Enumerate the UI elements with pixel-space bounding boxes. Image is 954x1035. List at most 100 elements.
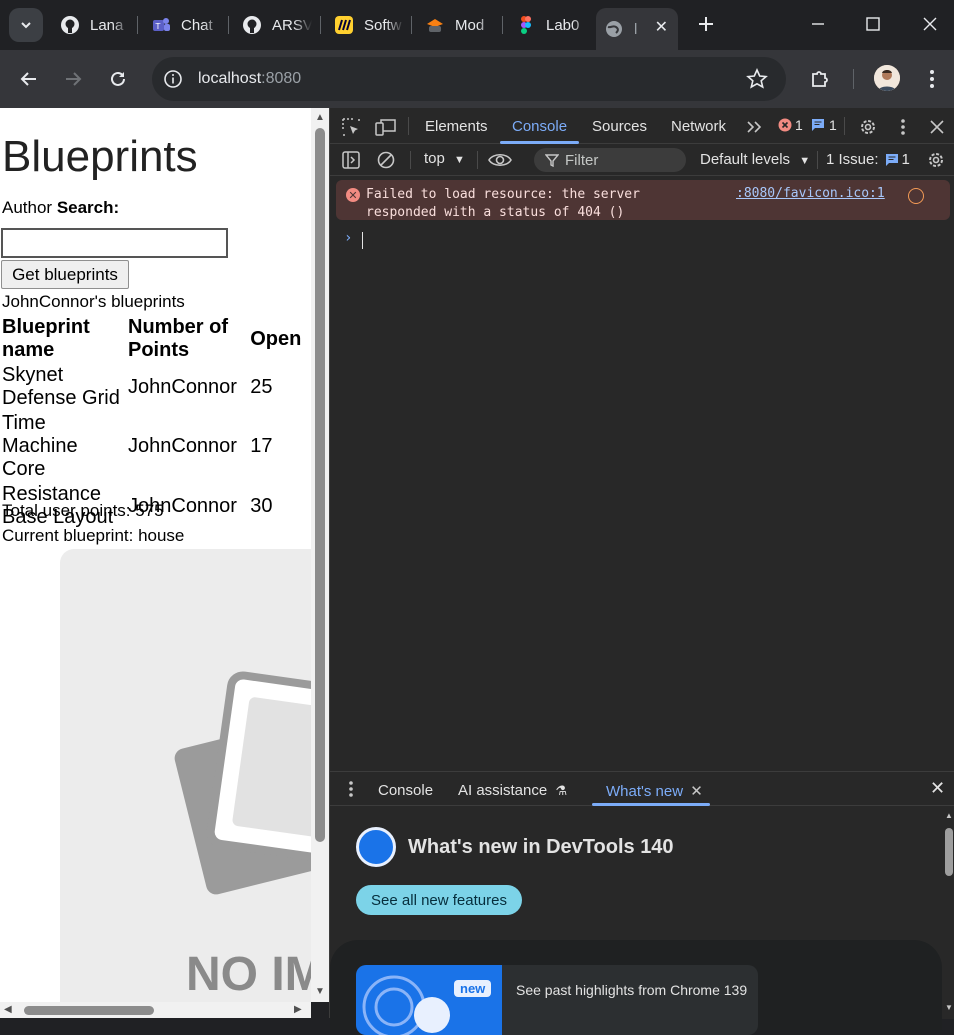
scroll-up-arrow-icon[interactable]: ▲ [945,811,953,820]
page-viewport: Blueprints Author Search: Get blueprints… [0,108,311,1018]
teams-icon: T [153,18,170,31]
log-levels-dropdown[interactable]: Default levels ▼ [700,151,810,168]
tab-search-button[interactable] [9,8,43,42]
console-settings-button[interactable] [924,148,948,172]
drawer-tab-label: What's new [606,783,684,800]
network-request-icon[interactable] [908,188,924,204]
author-search-label: Author Search: [2,198,119,218]
no-image-text: NO IM [186,948,311,1001]
drawer-tab-label: AI assistance [458,782,548,799]
drawer-tab-ai-assistance[interactable]: AI assistance ⚗ [458,782,567,799]
scroll-left-arrow-icon[interactable]: ◀ [4,1004,12,1015]
address-bar[interactable]: localhost:8080 [152,57,786,101]
close-devtools-button[interactable] [925,115,949,139]
figma-icon [521,16,531,34]
browser-tab[interactable]: T Chat [143,8,221,42]
browser-tab[interactable]: ARSV [234,8,312,42]
tab-elements[interactable]: Elements [425,118,488,135]
more-tabs-button[interactable] [742,115,766,139]
log-levels-value: Default levels [700,151,791,168]
table-header-row: Blueprint name Number of Points Open [2,316,309,362]
extensions-button[interactable] [806,65,834,93]
devtools-menu-button[interactable] [891,115,915,139]
double-chevron-right-icon [747,121,762,133]
bookmark-star-icon[interactable] [746,68,768,90]
issue-message-icon [885,153,898,166]
browser-tab[interactable]: Lana [52,8,130,42]
browser-tab[interactable]: Mod [417,8,495,42]
video-play-icon [362,975,450,1035]
error-counter[interactable]: 1 [778,117,803,133]
console-filter-input[interactable]: Filter [534,148,686,172]
clear-console-button[interactable] [374,148,398,172]
new-tab-button[interactable] [692,10,720,38]
tab-divider [844,117,845,135]
error-icon [778,118,792,132]
browser-tab[interactable]: Lab0 [508,8,590,42]
error-count: 1 [795,117,803,133]
url-text[interactable]: localhost:8080 [198,70,301,88]
points-cell: 25 [250,375,273,398]
scrollbar-thumb[interactable] [945,828,953,876]
column-header: Open [250,327,302,350]
site-info-icon[interactable] [163,69,183,89]
close-drawer-icon[interactable]: ✕ [930,778,945,799]
tab-console[interactable]: Console [512,118,567,135]
active-tab-indicator [592,803,710,806]
arrow-left-icon [20,72,36,86]
column-header: Number of Points [128,316,228,361]
chrome-menu-button[interactable] [918,65,946,93]
profile-avatar[interactable] [874,65,900,91]
author-label-text: Author [2,198,57,217]
see-all-features-button[interactable]: See all new features [356,885,522,915]
tab-network[interactable]: Network [671,118,726,135]
scrollbar-thumb[interactable] [315,128,325,842]
device-icon [375,119,396,136]
author-search-input[interactable] [1,228,228,258]
page-vertical-scrollbar[interactable]: ▲ ▼ [311,108,329,1002]
browser-tab[interactable]: Softw [326,8,404,42]
message-counter[interactable]: 1 [811,117,837,133]
close-window-button[interactable] [916,10,944,38]
more-vert-icon [901,119,905,135]
inspect-icon [342,118,360,136]
drawer-tab-console[interactable]: Console [378,782,433,799]
past-highlights-item[interactable]: new See past highlights from Chrome 139 [356,965,758,1035]
drawer-menu-button[interactable] [339,777,363,801]
context-selector[interactable]: top ▼ [424,150,465,167]
error-source-link[interactable]: :8080/favicon.ico:1 [736,186,885,201]
close-tab-icon[interactable]: ✕ [690,783,703,800]
sidebar-icon [342,151,360,169]
error-icon: ✕ [346,188,360,202]
scroll-right-arrow-icon[interactable]: ▶ [294,1004,302,1015]
maximize-button[interactable] [859,10,887,38]
scrollbar-thumb[interactable] [24,1006,154,1015]
devtools-panel: Elements Console Sources Network 1 1 top… [329,108,954,1035]
tab-sources[interactable]: Sources [592,118,647,135]
drawer-tab-whats-new[interactable]: What's new ✕ [606,782,703,800]
device-toolbar-button[interactable] [374,115,398,139]
scroll-down-arrow-icon[interactable]: ▼ [315,986,325,997]
scroll-up-arrow-icon[interactable]: ▲ [315,112,325,123]
back-button[interactable] [14,64,44,94]
scroll-down-arrow-icon[interactable]: ▼ [945,1003,953,1012]
devtools-settings-button[interactable] [856,115,880,139]
page-horizontal-scrollbar[interactable]: ◀ ▶ [0,1002,311,1018]
minimize-button[interactable] [804,10,832,38]
forward-button[interactable] [58,64,88,94]
browser-tab-active[interactable]: l ✕ [596,8,678,50]
author-cell: JohnConnor [128,435,237,457]
get-blueprints-button[interactable]: Get blueprints [1,260,129,289]
plus-icon [699,17,713,31]
message-count: 1 [829,117,837,133]
toggle-sidebar-button[interactable] [339,148,363,172]
gear-icon [929,153,943,167]
close-tab-icon[interactable]: ✕ [655,17,668,37]
live-expression-button[interactable] [488,148,512,172]
github-icon [243,16,261,34]
drawer-scrollbar[interactable]: ▲ ▼ [942,807,954,1019]
reload-button[interactable] [103,64,133,94]
console-input-caret[interactable] [362,232,363,249]
inspect-element-button[interactable] [339,115,363,139]
issues-button[interactable]: 1 Issue: 1 [826,151,910,168]
